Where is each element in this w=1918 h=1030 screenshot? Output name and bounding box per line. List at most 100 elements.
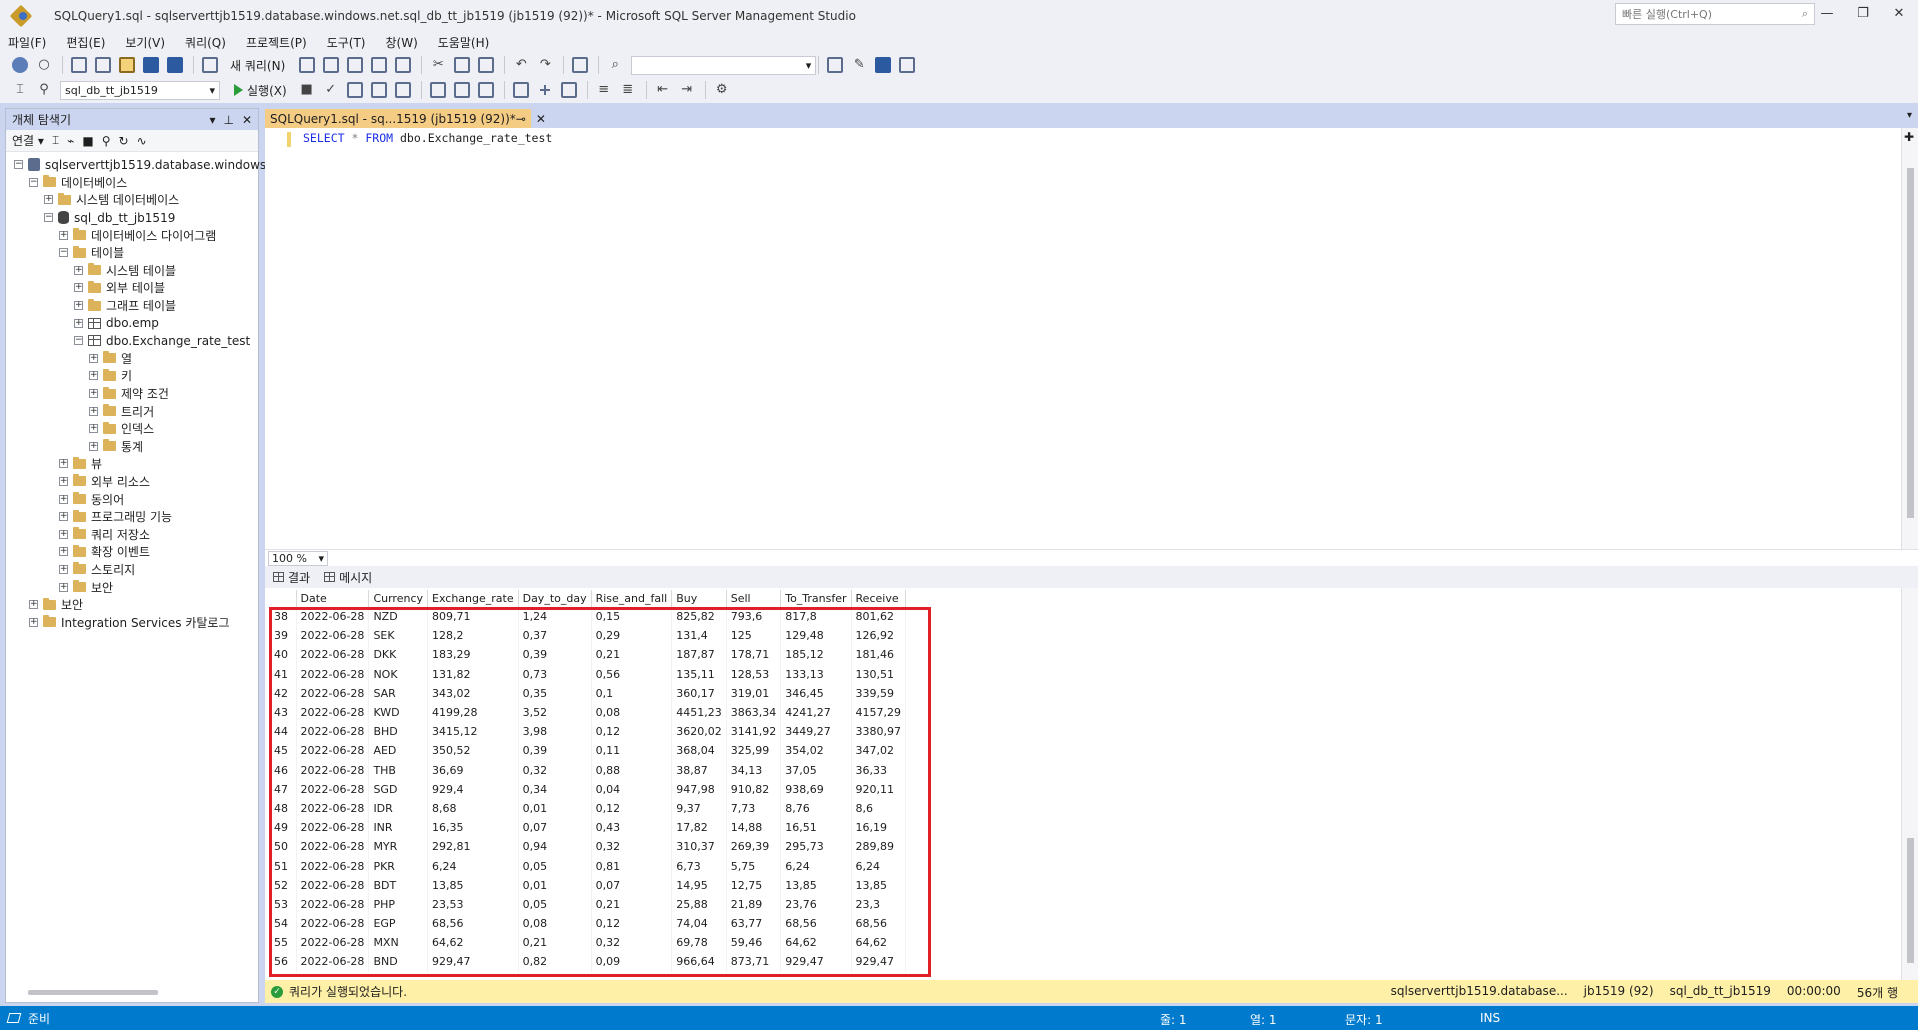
results-grid[interactable]: Date Currency Exchange_rate Day_to_day Rise_… [270,590,907,972]
table-cell[interactable]: 68,56 [851,914,907,934]
table-cell[interactable]: 793,6 [726,607,782,627]
new-project-icon[interactable] [71,57,87,73]
table-cell[interactable]: 3,98 [518,722,592,742]
table-cell[interactable]: 0,04 [591,779,673,799]
open-file-icon[interactable] [119,57,135,73]
table-cell[interactable]: MXN [368,933,428,953]
table-cell[interactable]: 3380,97 [851,722,907,742]
tree-node[interactable]: − 테이블 [6,244,258,262]
tree-node[interactable]: − 데이터베이스 [6,174,258,192]
table-cell[interactable]: 0,12 [591,798,673,819]
column-header[interactable]: Sell [726,590,782,608]
table-cell[interactable]: 346,45 [780,683,852,703]
table-cell[interactable]: 3863,34 [726,702,782,723]
find-icon[interactable]: ⌕ [607,57,623,73]
decrease-indent-icon[interactable]: ⇤ [655,82,671,98]
table-cell[interactable]: 0,01 [518,875,592,895]
table-cell[interactable]: 347,02 [851,741,907,761]
xmla-query-icon[interactable] [395,57,412,73]
table-cell[interactable]: 319,01 [726,683,782,703]
table-row[interactable]: 38 2022-06-28 NZD 809,71 1,24 0,15 825,82 793,6… [270,607,907,627]
table-cell[interactable]: 6,24 [780,856,852,876]
row-number[interactable]: 48 [270,798,297,819]
menu-tools[interactable]: 도구(T) [327,34,366,51]
disconnect-icon[interactable]: ⌁ [67,134,74,148]
table-cell[interactable]: 14,95 [671,875,727,895]
tree-node[interactable]: + 제약 조건 [6,385,258,403]
table-cell[interactable]: 2022-06-28 [296,760,370,780]
table-cell[interactable]: 37,05 [780,760,852,780]
table-cell[interactable]: 929,47 [427,952,519,972]
table-cell[interactable]: 0,39 [518,645,592,665]
table-cell[interactable]: 16,35 [427,818,519,838]
results-to-text-icon[interactable] [512,82,529,98]
table-cell[interactable]: 0,35 [518,683,592,703]
tab-messages[interactable]: 메시지 [324,569,372,586]
table-cell[interactable]: 2022-06-28 [296,702,370,723]
table-cell[interactable]: 0,12 [591,914,673,934]
table-row[interactable]: 49 2022-06-28 INR 16,35 0,07 0,43 17,82 14,88 16… [270,818,907,838]
tree-horizontal-scrollbar[interactable] [28,990,158,995]
expand-icon[interactable]: + [59,512,68,522]
table-cell[interactable]: 125 [726,626,782,646]
stop-refresh-icon[interactable]: ■ [82,134,93,148]
table-cell[interactable]: 0,05 [518,856,592,876]
filter-icon[interactable]: ⚲ [102,134,111,148]
db-engine-query-icon[interactable] [299,57,316,73]
zoom-select[interactable]: 100 % ▾ [268,551,328,566]
table-cell[interactable]: MYR [368,837,428,857]
client-stats-icon[interactable] [477,82,494,98]
table-cell[interactable]: 0,09 [591,952,673,972]
column-header[interactable] [270,590,297,608]
table-cell[interactable]: 929,47 [851,952,907,972]
activity-monitor-icon[interactable] [572,57,589,73]
table-cell[interactable]: 6,73 [671,856,727,876]
row-number[interactable]: 53 [270,894,297,914]
table-cell[interactable]: 23,53 [427,894,519,914]
refresh-icon[interactable]: ↻ [119,134,129,148]
back-icon[interactable] [12,57,28,73]
row-number[interactable]: 54 [270,914,297,934]
menu-view[interactable]: 보기(V) [125,34,165,51]
table-cell[interactable]: DKK [368,645,428,665]
table-cell[interactable]: 181,46 [851,645,907,665]
table-cell[interactable]: AED [368,741,428,761]
row-number[interactable]: 44 [270,722,297,742]
table-cell[interactable]: 2022-06-28 [296,683,370,703]
table-cell[interactable]: 64,62 [427,933,519,953]
table-row[interactable]: 55 2022-06-28 MXN 64,62 0,21 0,32 69,78 59,46 64… [270,933,907,953]
column-header[interactable]: To_Transfer [780,590,852,608]
table-cell[interactable]: 910,82 [726,779,782,799]
expand-icon[interactable]: + [59,564,68,574]
connect-db-icon[interactable]: ⌶ [52,133,59,148]
expand-icon[interactable]: + [59,459,68,469]
copy-icon[interactable] [454,57,471,73]
tree-node[interactable]: + 보안 [6,596,258,614]
tree-node[interactable]: + 프로그래밍 기능 [6,508,258,526]
table-cell[interactable]: 354,02 [780,741,852,761]
row-number[interactable]: 46 [270,760,297,780]
table-cell[interactable]: 1,24 [518,607,592,627]
table-cell[interactable]: 0,21 [591,645,673,665]
results-vertical-scrollbar[interactable] [1901,588,1918,980]
tree-node[interactable]: + 인덱스 [6,420,258,438]
expand-icon[interactable]: + [89,389,98,399]
table-cell[interactable]: 0,88 [591,760,673,780]
solution-explorer-icon[interactable] [827,57,844,73]
row-number[interactable]: 55 [270,933,297,953]
menu-help[interactable]: 도움말(H) [438,34,490,51]
database-select[interactable]: sql_db_tt_jb1519 ▾ [60,80,220,100]
tree-node[interactable]: + 그래프 테이블 [6,297,258,315]
table-cell[interactable]: 4451,23 [671,702,727,723]
query-options-icon[interactable] [370,82,387,98]
table-cell[interactable]: 966,64 [671,952,727,972]
table-cell[interactable]: 4199,28 [427,702,519,723]
expand-icon[interactable]: + [89,353,98,363]
row-number[interactable]: 41 [270,664,297,684]
table-cell[interactable]: 350,52 [427,741,519,761]
table-cell[interactable]: 14,88 [726,818,782,838]
table-cell[interactable]: 325,99 [726,741,782,761]
table-row[interactable]: 51 2022-06-28 PKR 6,24 0,05 0,81 6,73 5,75 6,24 6… [270,856,907,876]
forward-icon[interactable]: ○ [36,57,52,73]
table-cell[interactable]: 339,59 [851,683,907,703]
